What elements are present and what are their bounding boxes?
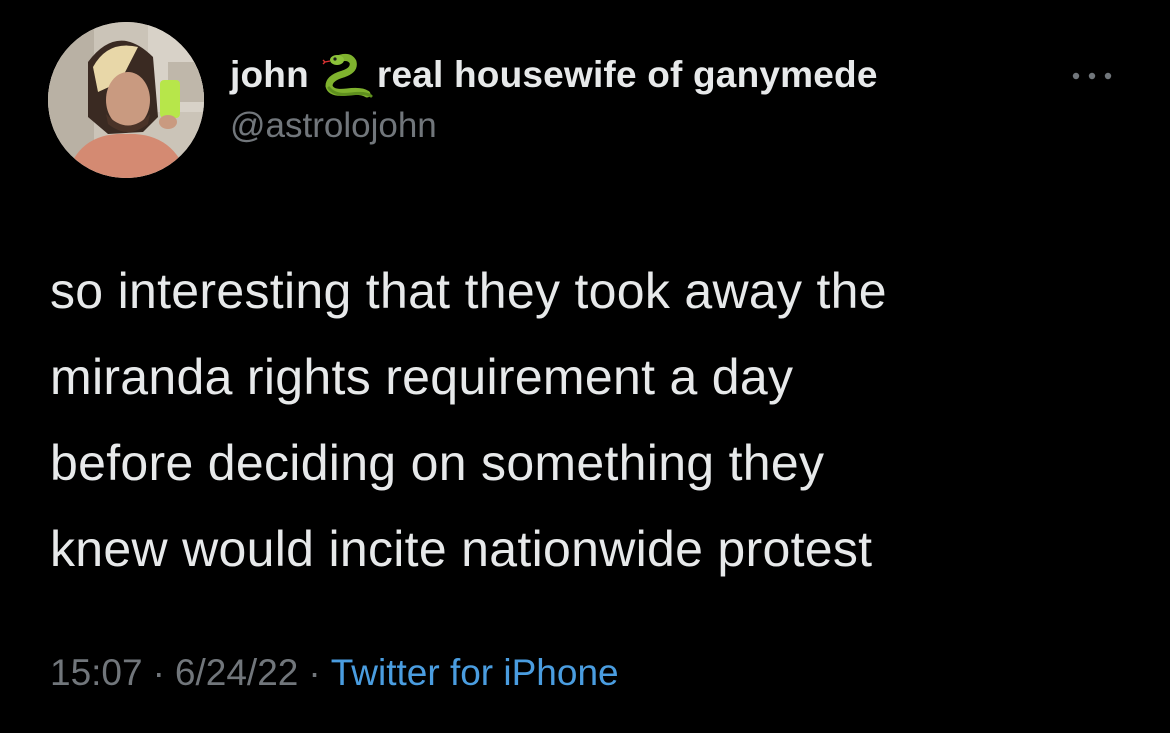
author-name-suffix[interactable]: real housewife of ganymede (377, 54, 878, 96)
more-options-button[interactable] (1064, 62, 1120, 90)
tweet-time[interactable]: 15:07 (50, 652, 143, 693)
tweet-text-line: knew would incite nationwide protest (50, 521, 873, 577)
tweet-date[interactable]: 6/24/22 (175, 652, 298, 693)
avatar-photo-icon (48, 22, 204, 178)
tweet-card: john real housewife of ganymede @astrolo… (0, 0, 1170, 733)
snake-icon (315, 50, 375, 100)
tweet-text-line: miranda rights requirement a day (50, 349, 794, 405)
ellipsis-icon (1072, 72, 1112, 80)
author-name-row[interactable]: john real housewife of ganymede (230, 50, 878, 100)
meta-separator: · (308, 652, 321, 693)
tweet-source-link[interactable]: Twitter for iPhone (331, 652, 619, 693)
author-name[interactable]: john (230, 54, 309, 96)
tweet-text: so interesting that they took away the m… (50, 248, 1140, 592)
tweet-text-line: before deciding on something they (50, 435, 825, 491)
tweet-text-line: so interesting that they took away the (50, 263, 887, 319)
author-handle[interactable]: @astrolojohn (230, 106, 437, 146)
avatar[interactable] (48, 22, 204, 178)
meta-separator: · (152, 652, 165, 693)
tweet-meta: 15:07 · 6/24/22 · Twitter for iPhone (50, 652, 619, 694)
